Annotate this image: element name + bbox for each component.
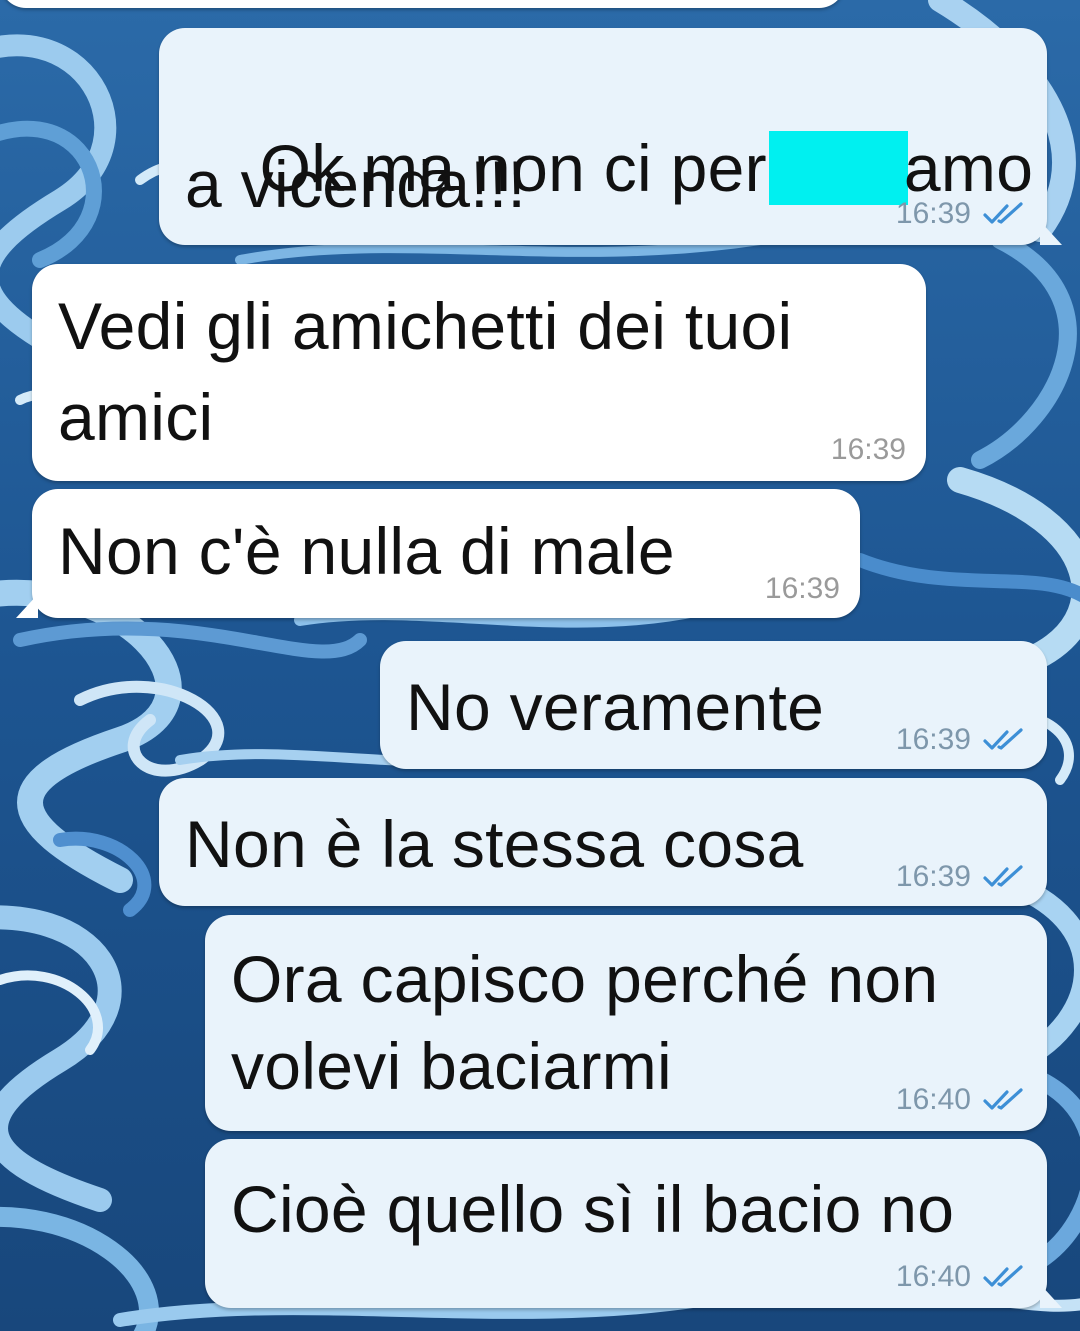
message-time: 16:40 — [895, 1083, 971, 1116]
message-meta: 16:39 — [896, 725, 1027, 755]
message-text-line-2: amici — [58, 380, 214, 454]
message-bubble-incoming[interactable]: Non c'è nulla di male 16:39 — [32, 489, 860, 618]
message-bubble-outgoing[interactable]: Non è la stessa cosa 16:39 — [159, 778, 1047, 906]
double-check-icon — [983, 1088, 1023, 1110]
message-time: 16:39 — [895, 723, 971, 756]
message-time: 16:39 — [764, 572, 840, 605]
message-text: No veramente — [406, 670, 825, 744]
message-text: Non è la stessa cosa — [185, 807, 804, 881]
previous-message-bubble — [0, 0, 845, 8]
message-text: Ora capisco perché non — [231, 942, 939, 1016]
message-time: 16:40 — [895, 1260, 971, 1293]
message-text-line-2: a vicenda!!! — [185, 147, 527, 221]
bubble-tail — [16, 594, 38, 618]
message-time: 16:39 — [895, 860, 971, 893]
redaction-box — [768, 131, 908, 205]
message-time: 16:39 — [830, 433, 906, 466]
bubble-tail — [1040, 1284, 1062, 1308]
message-bubble-outgoing[interactable]: Cioè quello sì il bacio no 16:40 — [205, 1139, 1047, 1308]
double-check-icon — [983, 202, 1023, 224]
message-meta: 16:39 — [896, 199, 1027, 229]
message-text-line-2: volevi baciarmi — [231, 1029, 672, 1103]
message-text: Non c'è nulla di male — [58, 514, 675, 588]
double-check-icon — [983, 1265, 1023, 1287]
double-check-icon — [983, 728, 1023, 750]
message-text: Vedi gli amichetti dei tuoi — [58, 289, 793, 363]
bubble-tail — [1040, 221, 1062, 245]
message-bubble-outgoing[interactable]: Ok ma non ci per amo a vicenda!!! 16:39 — [159, 28, 1047, 245]
message-time: 16:39 — [895, 197, 971, 230]
message-bubble-incoming[interactable]: Vedi gli amichetti dei tuoi amici 16:39 — [32, 264, 926, 481]
message-meta: 16:40 — [896, 1085, 1027, 1115]
message-bubble-outgoing[interactable]: Ora capisco perché non volevi baciarmi 1… — [205, 915, 1047, 1131]
message-meta: 16:39 — [765, 574, 840, 604]
message-bubble-outgoing[interactable]: No veramente 16:39 — [380, 641, 1047, 769]
message-meta: 16:39 — [896, 862, 1027, 892]
double-check-icon — [983, 865, 1023, 887]
message-text: Cioè quello sì il bacio no — [231, 1172, 955, 1246]
message-meta: 16:40 — [896, 1262, 1027, 1292]
message-meta: 16:39 — [831, 435, 906, 465]
